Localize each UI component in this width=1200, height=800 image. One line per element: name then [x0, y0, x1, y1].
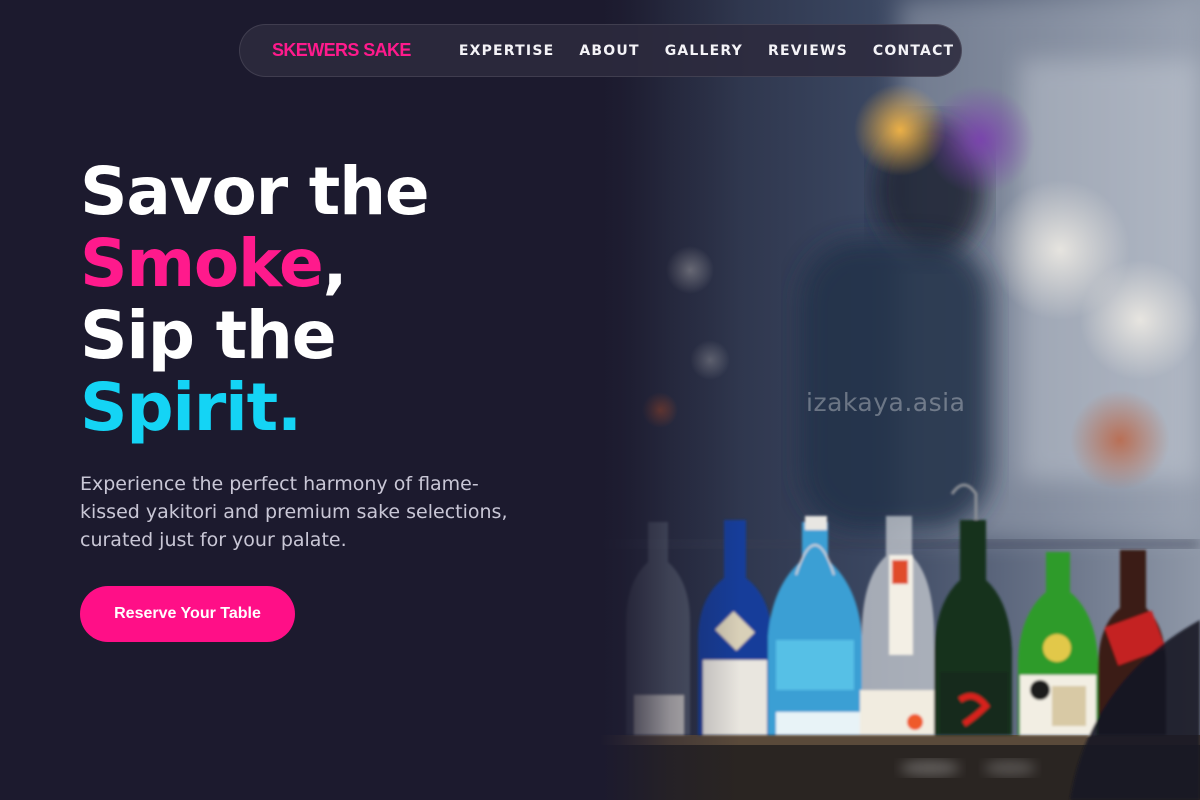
nav-link-contact[interactable]: CONTACT	[873, 43, 954, 59]
nav-link-expertise[interactable]: EXPERTISE	[459, 43, 555, 59]
headline-line-2: Smoke,	[80, 228, 428, 300]
brand-logo[interactable]: SKEWERS SAKE	[272, 40, 411, 61]
nav-link-reviews[interactable]: REVIEWS	[768, 43, 848, 59]
headline-line-4: Spirit.	[80, 372, 428, 444]
headline-line-1: Savor the	[80, 153, 430, 230]
headline-line-3: Sip the	[80, 297, 336, 374]
headline-comma: ,	[322, 225, 348, 302]
image-watermark: izakaya.asia	[806, 388, 966, 417]
hero-headline: Savor the Smoke, Sip the Spirit.	[80, 153, 430, 444]
nav-link-gallery[interactable]: GALLERY	[665, 43, 743, 59]
nav-link-about[interactable]: ABOUT	[579, 43, 639, 59]
top-navigation: SKEWERS SAKE EXPERTISE ABOUT GALLERY REV…	[239, 24, 962, 77]
headline-highlight-spirit: Spirit	[80, 369, 278, 446]
hero-subtitle: Experience the perfect harmony of flame-…	[80, 473, 508, 551]
reserve-table-button[interactable]: Reserve Your Table	[80, 586, 295, 642]
headline-highlight-smoke: Smoke	[80, 225, 324, 302]
nav-links: EXPERTISE ABOUT GALLERY REVIEWS CONTACT	[459, 43, 954, 59]
headline-period: .	[276, 369, 302, 446]
hero-image: izakaya.asia	[600, 0, 1200, 800]
